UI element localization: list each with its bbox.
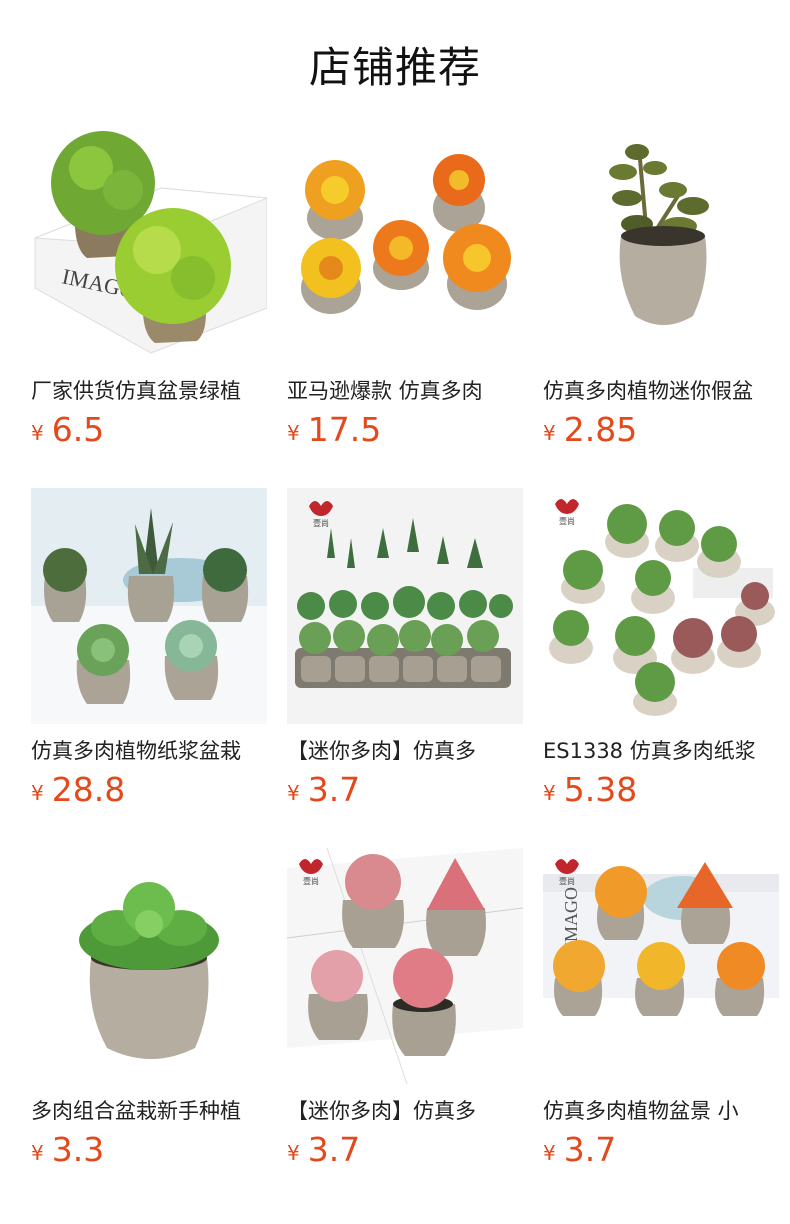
brand-logo	[555, 859, 579, 874]
product-grid: IMAGO 厂家供货仿真盆景绿植 ¥6.5 亚马逊爆款 仿真多肉 ¥ 17.5 …	[31, 128, 790, 1170]
product-image[interactable]	[31, 848, 267, 1084]
currency-symbol: ¥	[287, 421, 300, 445]
svg-text:IMAGO: IMAGO	[561, 887, 581, 948]
product-image[interactable]	[287, 128, 523, 364]
price-value: 6.5	[51, 410, 105, 449]
product-title[interactable]: ES1338 仿真多肉纸浆	[543, 736, 779, 766]
brand-logo-text: 壹尚	[303, 876, 319, 886]
product-price: ¥3.7	[543, 1130, 779, 1170]
product-price: ¥28.8	[31, 770, 267, 810]
product-image[interactable]: 壹尚	[287, 848, 523, 1084]
currency-symbol: ¥	[543, 1141, 556, 1165]
product-title[interactable]: 多肉组合盆栽新手种植	[31, 1096, 267, 1126]
price-value: 3.7	[307, 1130, 361, 1169]
product-title[interactable]: 厂家供货仿真盆景绿植	[31, 376, 267, 406]
product-image[interactable]: 壹尚	[287, 488, 523, 724]
product-image[interactable]: 壹尚	[543, 488, 779, 724]
product-price: ¥3.7	[287, 1130, 523, 1170]
product-card[interactable]: 壹尚	[543, 488, 779, 810]
product-card[interactable]: 壹尚 IMAGO 仿真多肉植物盆景 小 ¥3.7	[543, 848, 779, 1170]
price-value: 28.8	[51, 770, 126, 809]
product-price: ¥6.5	[31, 410, 267, 450]
product-image[interactable]: IMAGO	[31, 128, 267, 364]
price-value: 3.7	[307, 770, 361, 809]
product-price: ¥2.85	[543, 410, 779, 450]
product-image[interactable]	[543, 128, 779, 364]
product-title[interactable]: 【迷你多肉】仿真多	[287, 1096, 523, 1126]
product-card[interactable]: 壹尚	[287, 488, 523, 810]
product-title[interactable]: 仿真多肉植物纸浆盆栽	[31, 736, 267, 766]
product-card[interactable]: 仿真多肉植物纸浆盆栽 ¥28.8	[31, 488, 267, 810]
price-value: 5.38	[563, 770, 638, 809]
currency-symbol: ¥	[31, 421, 44, 445]
page-header: 店铺推荐	[0, 0, 790, 128]
page-title: 店铺推荐	[308, 42, 481, 92]
product-image[interactable]: 壹尚 IMAGO	[543, 848, 779, 1084]
product-price: ¥5.38	[543, 770, 779, 810]
price-value: 3.7	[563, 1130, 617, 1169]
product-price: ¥17.5	[287, 410, 523, 450]
price-value: 2.85	[563, 410, 638, 449]
price-value: 17.5	[307, 410, 382, 449]
product-image[interactable]	[31, 488, 267, 724]
product-title[interactable]: 仿真多肉植物盆景 小	[543, 1096, 779, 1126]
product-price: ¥3.3	[31, 1130, 267, 1170]
product-card[interactable]: IMAGO 厂家供货仿真盆景绿植 ¥6.5	[31, 128, 267, 450]
brand-logo-text: 壹尚	[313, 518, 329, 528]
product-card[interactable]: 亚马逊爆款 仿真多肉 ¥17.5	[287, 128, 523, 450]
product-title[interactable]: 亚马逊爆款 仿真多肉	[287, 376, 523, 406]
product-price: ¥3.7	[287, 770, 523, 810]
currency-symbol: ¥	[543, 421, 556, 445]
product-title[interactable]: 仿真多肉植物迷你假盆	[543, 376, 779, 406]
brand-logo-text: 壹尚	[559, 516, 575, 526]
product-card[interactable]: 仿真多肉植物迷你假盆 ¥2.85	[543, 128, 779, 450]
brand-logo-text: 壹尚	[559, 876, 575, 886]
currency-symbol: ¥	[31, 1141, 44, 1165]
product-card[interactable]: 多肉组合盆栽新手种植 ¥3.3	[31, 848, 267, 1170]
product-card[interactable]: 壹尚 【迷你多肉】仿真多 ¥3.7	[287, 848, 523, 1170]
product-title[interactable]: 【迷你多肉】仿真多	[287, 736, 523, 766]
price-value: 3.3	[51, 1130, 105, 1169]
brand-logo	[555, 499, 579, 514]
currency-symbol: ¥	[543, 781, 556, 805]
currency-symbol: ¥	[31, 781, 44, 805]
currency-symbol: ¥	[287, 781, 300, 805]
currency-symbol: ¥	[287, 1141, 300, 1165]
